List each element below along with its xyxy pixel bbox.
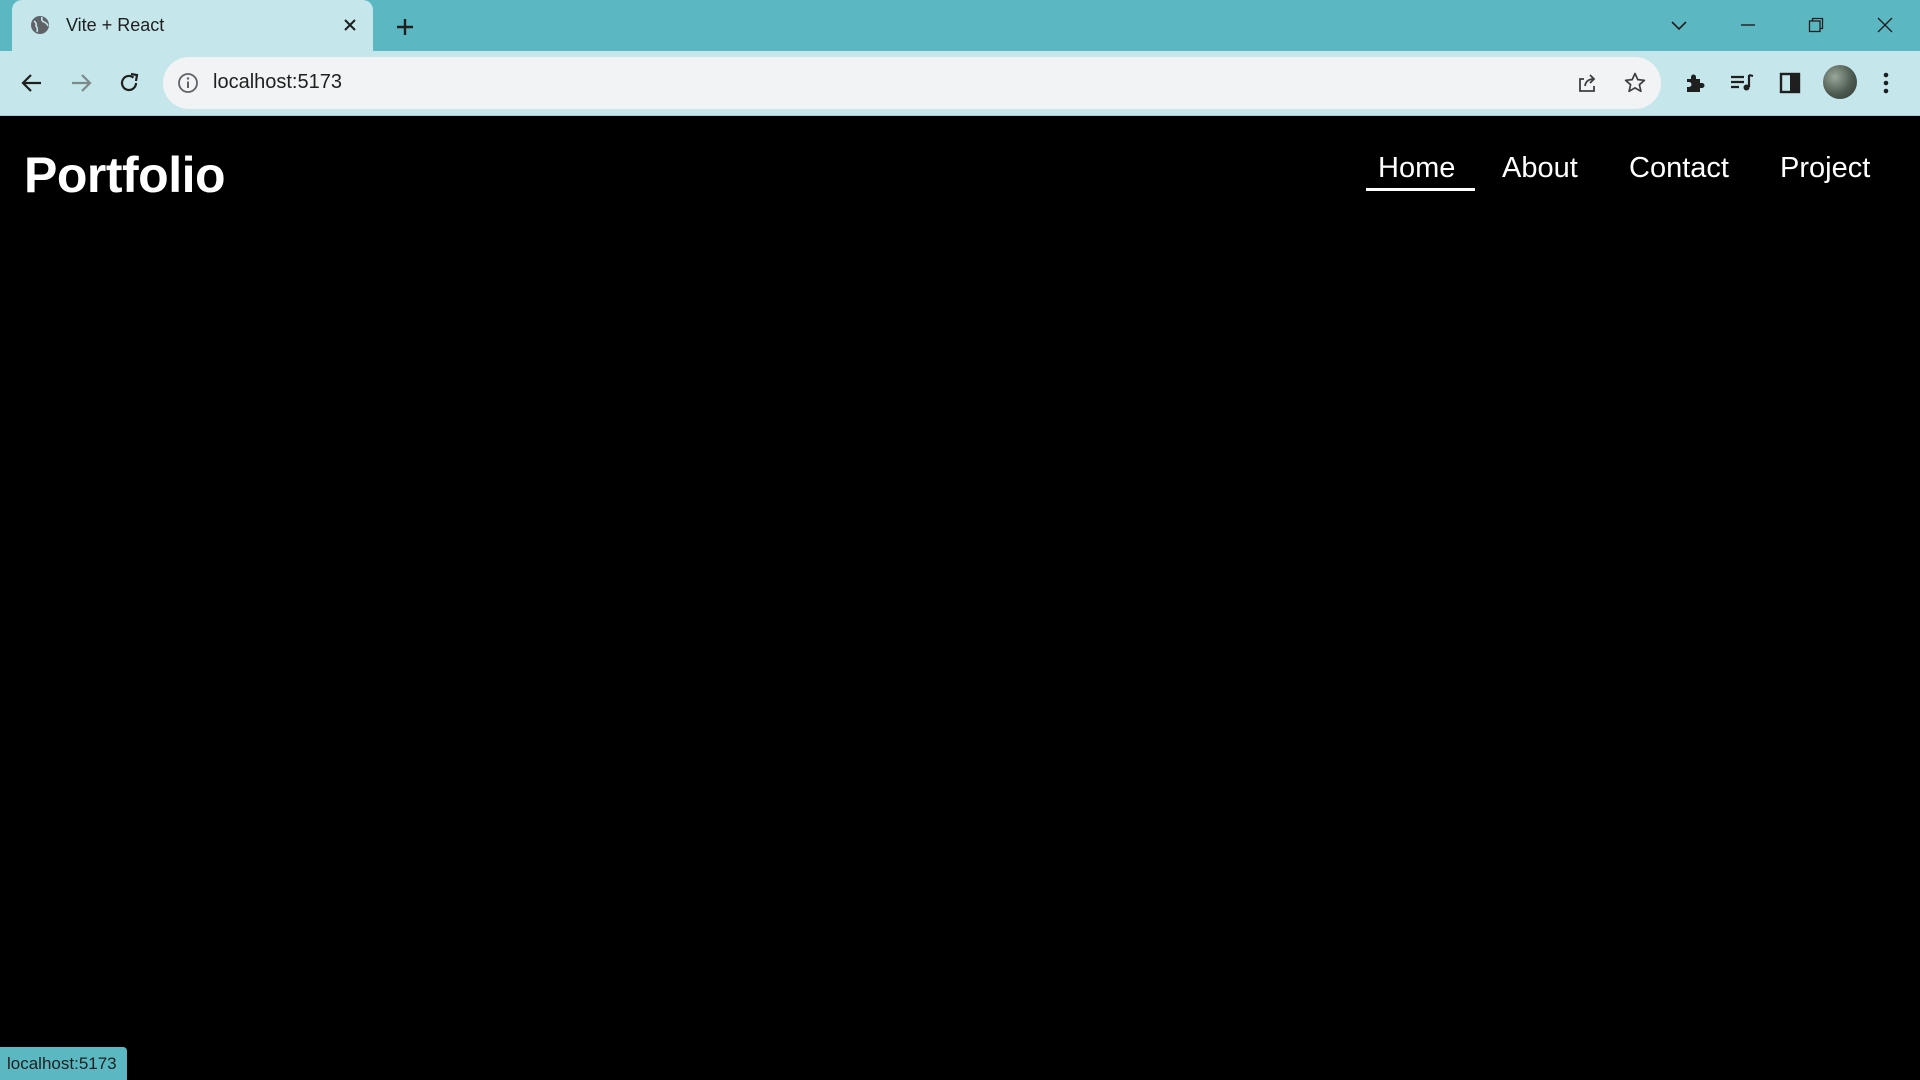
nav-link-home[interactable]: Home: [1365, 152, 1476, 191]
media-queue-icon[interactable]: [1723, 64, 1761, 102]
nav-link-about[interactable]: About: [1502, 152, 1578, 185]
close-icon[interactable]: [338, 13, 362, 37]
star-icon[interactable]: [1622, 70, 1648, 96]
nav-link-project[interactable]: Project: [1780, 152, 1870, 185]
profile-avatar[interactable]: [1823, 65, 1857, 99]
restore-icon[interactable]: [1801, 10, 1831, 40]
site-nav: Home About Contact Project: [0, 152, 1920, 202]
puzzle-icon[interactable]: [1676, 64, 1714, 102]
status-bubble: localhost:5173: [0, 1047, 127, 1080]
side-panel-icon[interactable]: [1771, 64, 1809, 102]
tab-title: Vite + React: [66, 15, 165, 35]
minimize-icon[interactable]: [1733, 10, 1763, 40]
browser-tab[interactable]: Vite + React: [12, 0, 373, 51]
back-arrow-icon[interactable]: [13, 64, 51, 102]
globe-icon: [30, 15, 50, 35]
close-window-icon[interactable]: [1870, 10, 1900, 40]
forward-arrow-icon[interactable]: [62, 64, 100, 102]
reload-icon[interactable]: [110, 64, 148, 102]
chevron-down-icon[interactable]: [1664, 10, 1694, 40]
address-bar[interactable]: localhost:5173: [163, 57, 1661, 109]
kebab-menu-icon[interactable]: [1867, 64, 1905, 102]
page-viewport: Portfolio Home About Contact Project: [0, 116, 1920, 1080]
share-icon[interactable]: [1574, 70, 1600, 96]
nav-link-contact[interactable]: Contact: [1629, 152, 1729, 185]
tab-strip: Vite + React: [0, 0, 1920, 51]
browser-toolbar: localhost:5173: [0, 51, 1920, 115]
info-icon[interactable]: [176, 71, 200, 95]
plus-icon[interactable]: [390, 12, 420, 42]
url-text: localhost:5173: [213, 71, 342, 93]
